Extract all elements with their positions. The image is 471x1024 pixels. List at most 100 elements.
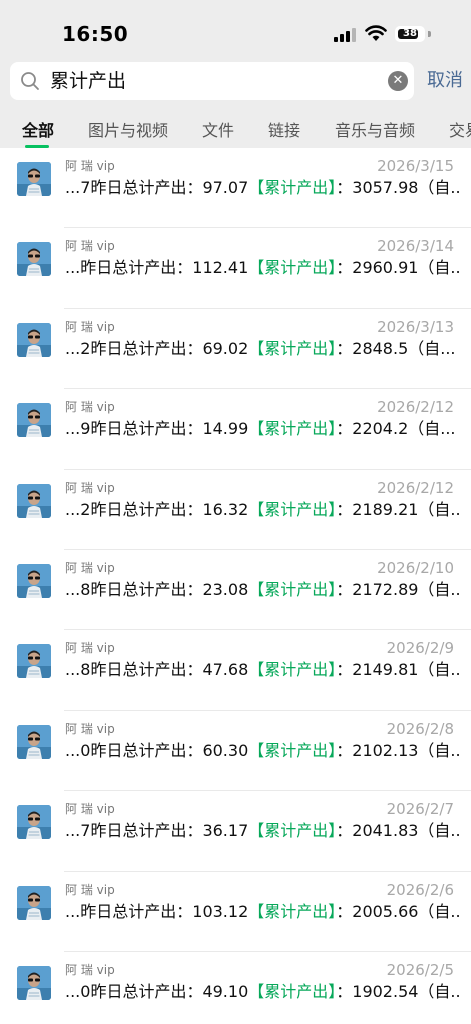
sender-name: 阿 瑞 vip: [65, 721, 115, 736]
message-date: 2026/2/10: [377, 558, 454, 577]
sender-name: 阿 瑞 vip: [65, 560, 115, 575]
search-query[interactable]: 累计产出: [50, 69, 126, 93]
avatar[interactable]: [17, 885, 51, 920]
tab-links[interactable]: 链接: [268, 121, 300, 141]
snippet-prefix: ...0昨日总计产出：60.30: [65, 740, 249, 760]
sender-name: 阿 瑞 vip: [65, 802, 115, 817]
sender-name: 阿 瑞 vip: [65, 319, 115, 334]
snippet-prefix: ...0昨日总计产出：49.10: [65, 981, 249, 1001]
message-snippet: ...9昨日总计产出：14.99【累计产出】：2204.2（自...: [65, 418, 460, 440]
snippet-prefix: ...7昨日总计产出：97.07: [65, 178, 249, 197]
header: 16:50 38 累计产出 ✕ 取消 全部 图片与视频 文件 链接 音乐与音频 …: [0, 0, 471, 148]
snippet-prefix: ...2昨日总计产出：69.02: [65, 338, 249, 358]
snippet-prefix: ...昨日总计产出：112.41: [65, 258, 249, 278]
sender-name: 阿 瑞 vip: [65, 239, 115, 254]
snippet-prefix: ...2昨日总计产出：16.32: [65, 499, 249, 519]
snippet-prefix: ...9昨日总计产出：14.99: [65, 419, 249, 439]
message-snippet: ...0昨日总计产出：60.30【累计产出】：2102.13（自...: [65, 740, 460, 762]
search-icon: [21, 72, 39, 90]
avatar[interactable]: [17, 403, 51, 438]
list-item[interactable]: 阿 瑞 vip 2026/2/12 ...2昨日总计产出：16.32【累计产出】：2…: [0, 470, 471, 550]
message-date: 2026/2/12: [377, 398, 454, 417]
status-bar: 16:50 38: [0, 0, 471, 58]
snippet-prefix: ...7昨日总计产出：36.17: [65, 821, 249, 841]
tab-music-audio[interactable]: 音乐与音频: [335, 121, 415, 141]
tab-transactions[interactable]: 交易: [449, 121, 471, 141]
message-snippet: ...昨日总计产出：112.41【累计产出】：2960.91（自...: [65, 257, 460, 279]
signal-icon: [334, 28, 356, 42]
snippet-highlight: 【累计产出】: [248, 579, 337, 599]
avatar[interactable]: [17, 483, 51, 518]
snippet-suffix: ：1902.54（自...: [336, 981, 460, 1001]
snippet-suffix: ：2041.83（自...: [336, 821, 460, 841]
snippet-suffix: ：2149.81（自...: [336, 660, 460, 680]
snippet-suffix: ：2848.5（自...: [336, 338, 456, 358]
clear-icon[interactable]: ✕: [388, 71, 408, 91]
snippet-highlight: 【累计产出】: [248, 419, 337, 439]
snippet-prefix: ...8昨日总计产出：47.68: [65, 660, 249, 680]
snippet-suffix: ：2172.89（自...: [336, 579, 460, 599]
snippet-suffix: ：2005.66（自...: [336, 901, 460, 921]
snippet-highlight: 【累计产出】: [248, 981, 337, 1001]
sender-name: 阿 瑞 vip: [65, 480, 115, 495]
search-input[interactable]: 累计产出 ✕: [10, 62, 414, 100]
message-snippet: ...7昨日总计产出：97.07【累计产出】：3057.98（自...: [65, 177, 460, 199]
message-date: 2026/2/9: [386, 639, 454, 658]
message-date: 2026/3/13: [377, 317, 454, 336]
tab-all[interactable]: 全部: [22, 121, 54, 141]
snippet-suffix: ：2189.21（自...: [336, 499, 460, 519]
list-item[interactable]: 阿 瑞 vip 2026/3/15 ...7昨日总计产出：97.07【累计产出】：3…: [0, 148, 471, 229]
battery-cap: [428, 31, 431, 37]
avatar[interactable]: [17, 965, 51, 1000]
snippet-highlight: 【累计产出】: [248, 258, 337, 278]
list-item[interactable]: 阿 瑞 vip 2026/2/8 ...0昨日总计产出：60.30【累计产出】：21…: [0, 711, 471, 792]
list-item[interactable]: 阿 瑞 vip 2026/2/5 ...0昨日总计产出：49.10【累计产出】：19…: [0, 952, 471, 1024]
battery-level: 38: [403, 28, 417, 39]
tab-files[interactable]: 文件: [202, 121, 234, 141]
list-item[interactable]: 阿 瑞 vip 2026/2/6 ...昨日总计产出：103.12【累计产出】：20…: [0, 872, 471, 952]
message-snippet: ...2昨日总计产出：69.02【累计产出】：2848.5（自...: [65, 338, 460, 360]
battery-icon: 38: [395, 26, 425, 42]
message-date: 2026/2/8: [386, 719, 454, 738]
message-snippet: ...8昨日总计产出：47.68【累计产出】：2149.81（自...: [65, 659, 460, 681]
list-item[interactable]: 阿 瑞 vip 2026/2/7 ...7昨日总计产出：36.17【累计产出】：20…: [0, 791, 471, 872]
sender-name: 阿 瑞 vip: [65, 882, 115, 897]
avatar[interactable]: [17, 724, 51, 759]
snippet-highlight: 【累计产出】: [248, 660, 337, 680]
snippet-suffix: ：2960.91（自...: [336, 258, 460, 278]
avatar[interactable]: [17, 322, 51, 357]
snippet-highlight: 【累计产出】: [248, 338, 337, 358]
snippet-suffix: ：2204.2（自...: [336, 419, 456, 439]
list-item[interactable]: 阿 瑞 vip 2026/3/14 ...昨日总计产出：112.41【累计产出】：2…: [0, 228, 471, 309]
avatar[interactable]: [17, 644, 51, 679]
avatar[interactable]: [17, 162, 51, 196]
message-snippet: ...8昨日总计产出：23.08【累计产出】：2172.89（自...: [65, 579, 460, 601]
avatar[interactable]: [17, 805, 51, 840]
snippet-highlight: 【累计产出】: [248, 821, 337, 841]
message-date: 2026/2/6: [386, 880, 454, 899]
sender-name: 阿 瑞 vip: [65, 400, 115, 415]
sender-name: 阿 瑞 vip: [65, 159, 115, 173]
list-item[interactable]: 阿 瑞 vip 2026/3/13 ...2昨日总计产出：69.02【累计产出】：2…: [0, 309, 471, 390]
list-item[interactable]: 阿 瑞 vip 2026/2/9 ...8昨日总计产出：47.68【累计产出】：21…: [0, 630, 471, 711]
snippet-suffix: ：2102.13（自...: [336, 740, 460, 760]
tab-images-videos[interactable]: 图片与视频: [88, 121, 168, 141]
message-date: 2026/2/5: [386, 960, 454, 979]
list-item[interactable]: 阿 瑞 vip 2026/2/12 ...9昨日总计产出：14.99【累计产出】：2…: [0, 389, 471, 470]
message-date: 2026/2/12: [377, 478, 454, 497]
message-snippet: ...0昨日总计产出：49.10【累计产出】：1902.54（自...: [65, 981, 460, 1003]
message-snippet: ...2昨日总计产出：16.32【累计产出】：2189.21（自...: [65, 499, 460, 521]
message-date: 2026/3/15: [377, 157, 454, 175]
results-list: 阿 瑞 vip 2026/3/15 ...7昨日总计产出：97.07【累计产出】：3…: [0, 148, 471, 1024]
filter-tabs: 全部 图片与视频 文件 链接 音乐与音频 交易: [0, 116, 471, 148]
wifi-icon: [365, 25, 387, 41]
cancel-button[interactable]: 取消: [427, 70, 463, 92]
snippet-suffix: ：3057.98（自...: [336, 178, 460, 197]
message-snippet: ...7昨日总计产出：36.17【累计产出】：2041.83（自...: [65, 820, 460, 842]
message-snippet: ...昨日总计产出：103.12【累计产出】：2005.66（自...: [65, 901, 460, 923]
snippet-prefix: ...昨日总计产出：103.12: [65, 901, 249, 921]
snippet-prefix: ...8昨日总计产出：23.08: [65, 579, 249, 599]
avatar[interactable]: [17, 563, 51, 598]
avatar[interactable]: [17, 242, 51, 277]
list-item[interactable]: 阿 瑞 vip 2026/2/10 ...8昨日总计产出：23.08【累计产出】：2…: [0, 550, 471, 631]
